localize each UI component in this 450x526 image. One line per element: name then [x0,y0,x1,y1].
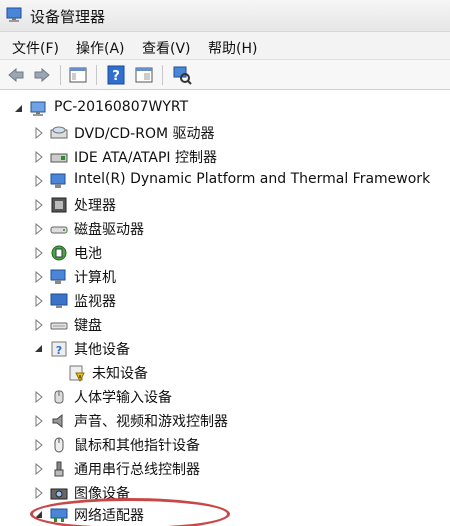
collapsed-arrow-icon[interactable] [34,151,44,163]
tree-item-label: 人体学输入设备 [74,390,172,406]
tree-item-label: 未知设备 [92,366,148,382]
dvd-drive-icon [50,126,68,139]
tree-item-label: 通用串行总线控制器 [74,462,200,478]
tree-item-label: Intel(R) Dynamic Platform and Thermal Fr… [74,171,431,187]
processor-icon [51,197,67,213]
collapsed-arrow-icon[interactable] [34,127,44,139]
computer-name: PC-20160807WYRT [54,99,189,115]
toolbar-separator [96,65,97,85]
tree-item-label: 电池 [74,246,102,262]
device-manager-icon [6,7,22,22]
collapsed-arrow-icon[interactable] [34,415,44,427]
tree-item[interactable]: 键盘 [0,313,450,337]
monitor-icon [50,293,68,308]
tree-item-label: 计算机 [74,270,116,286]
menu-action[interactable]: 操作(A) [76,38,125,58]
scan-hardware-icon[interactable] [172,65,192,85]
toolbar-separator [162,65,163,85]
menu-file[interactable]: 文件(F) [12,38,59,58]
unknown-device-icon [69,365,85,382]
forward-icon[interactable] [32,65,52,85]
tree-item[interactable]: Intel(R) Dynamic Platform and Thermal Fr… [0,169,450,193]
tree-item[interactable]: 声音、视频和游戏控制器 [0,409,450,433]
tree-item[interactable]: 计算机 [0,265,450,289]
device-tree: PC-20160807WYRT DVD/CD-ROM 驱动器 IDE ATA/A… [0,91,450,526]
window-title: 设备管理器 [30,8,106,26]
back-icon[interactable] [6,65,26,85]
other-devices-icon: ? [51,341,67,357]
tree-item-label: 磁盘驱动器 [74,222,144,238]
collapsed-arrow-icon[interactable] [34,271,44,283]
hid-icon [54,390,64,404]
collapsed-arrow-icon[interactable] [34,199,44,211]
camera-icon [50,488,68,500]
toolbar: ? [0,60,450,90]
keyboard-icon [50,322,68,330]
tree-item[interactable]: 磁盘驱动器 [0,217,450,241]
tree-item[interactable]: 电池 [0,241,450,265]
tree-item-label: IDE ATA/ATAPI 控制器 [74,150,218,166]
tree-item-label: 处理器 [74,198,116,214]
tree-item-label: 监视器 [74,294,116,310]
menu-help[interactable]: 帮助(H) [208,38,257,58]
console-icon[interactable] [134,65,154,85]
tree-item-label: DVD/CD-ROM 驱动器 [74,126,215,142]
tree-root[interactable]: PC-20160807WYRT [0,97,450,121]
collapsed-arrow-icon[interactable] [34,487,44,499]
tree-item-label: 鼠标和其他指针设备 [74,438,200,454]
tree-item[interactable]: IDE ATA/ATAPI 控制器 [0,145,450,169]
menu-bar: 文件(F) 操作(A) 查看(V) 帮助(H) [0,32,450,60]
collapsed-arrow-icon[interactable] [34,247,44,259]
tree-item-label: 声音、视频和游戏控制器 [74,414,228,430]
collapsed-arrow-icon[interactable] [34,223,44,235]
computer-icon [50,269,66,284]
collapsed-arrow-icon[interactable] [34,463,44,475]
menu-view[interactable]: 查看(V) [142,38,191,58]
svg-text:?: ? [56,344,62,357]
collapsed-arrow-icon[interactable] [34,319,44,331]
help-icon[interactable]: ? [106,65,126,85]
intel-framework-icon [50,173,66,188]
sound-icon [52,413,63,429]
expanded-arrow-icon[interactable] [14,103,24,115]
tree-item[interactable]: 鼠标和其他指针设备 [0,433,450,457]
expanded-arrow-icon[interactable] [34,343,44,355]
battery-icon [51,245,67,261]
tree-item-label: 键盘 [74,318,102,334]
title-bar: 设备管理器 [0,0,450,32]
tree-item[interactable]: DVD/CD-ROM 驱动器 [0,121,450,145]
toolbar-separator [60,65,61,85]
computer-icon [30,101,46,116]
tree-item[interactable]: 处理器 [0,193,450,217]
mouse-icon [54,437,64,453]
tree-item[interactable]: 人体学输入设备 [0,385,450,409]
tree-item-label: 其他设备 [74,342,130,358]
collapsed-arrow-icon[interactable] [34,391,44,403]
properties-icon[interactable] [68,65,88,85]
ide-controller-icon [50,153,68,163]
tree-item[interactable]: 通用串行总线控制器 [0,457,450,481]
collapsed-arrow-icon[interactable] [34,439,44,451]
usb-icon [54,461,64,477]
disk-drive-icon [50,226,68,234]
tree-item[interactable]: ? 其他设备 [0,337,450,361]
svg-text:?: ? [112,69,120,84]
highlight-annotation [30,498,230,526]
collapsed-arrow-icon[interactable] [34,175,44,187]
tree-item[interactable]: 未知设备 [0,361,450,385]
tree-item[interactable]: 监视器 [0,289,450,313]
collapsed-arrow-icon[interactable] [34,295,44,307]
